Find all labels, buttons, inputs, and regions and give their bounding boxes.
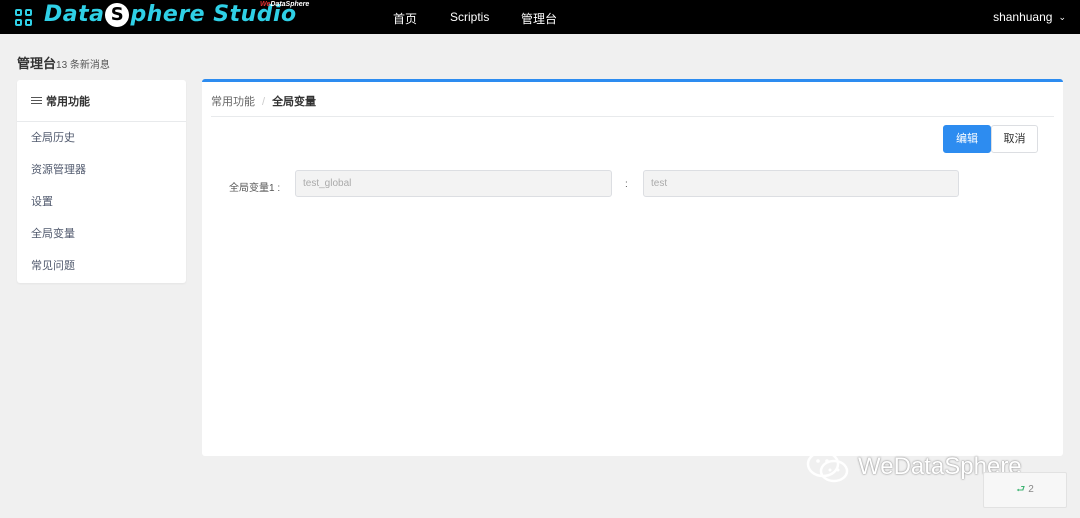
nav-scriptis[interactable]: Scriptis (450, 10, 489, 24)
sidebar: 常用功能 全局历史 资源管理器 设置 全局变量 常见问题 (17, 80, 186, 283)
sidebar-item-global-history[interactable]: 全局历史 (17, 122, 186, 154)
breadcrumb-item-common[interactable]: 常用功能 (211, 96, 255, 108)
edit-button[interactable]: 编辑 (943, 125, 991, 153)
message-count[interactable]: 13 条新消息 (56, 60, 110, 71)
variable-label: 全局变量1 : (229, 183, 281, 194)
sidebar-item-settings[interactable]: 设置 (17, 186, 186, 218)
sidebar-item-resource-manager[interactable]: 资源管理器 (17, 154, 186, 186)
app-grid-icon[interactable] (15, 9, 33, 27)
nav-home[interactable]: 首页 (393, 10, 417, 27)
top-nav-bar: Data Sphere Studio WeDataSphere 首页 Script… (0, 0, 1080, 34)
logo-badge: WeDataSphere (260, 1, 310, 8)
sidebar-item-faq[interactable]: 常见问题 (17, 250, 186, 282)
breadcrumb-item-current: 全局变量 (272, 96, 317, 108)
username: shanhuang (993, 10, 1053, 24)
return-arrow-icon: ⮐ (1016, 484, 1026, 495)
user-menu[interactable]: shanhuang ⌄ (993, 10, 1066, 24)
wechat-icon (806, 450, 849, 483)
sidebar-heading: 常用功能 (17, 80, 186, 122)
key-value-separator: : (625, 179, 628, 190)
variable-key-input[interactable]: test_global (295, 170, 612, 197)
cancel-button[interactable]: 取消 (991, 125, 1038, 153)
chevron-down-icon: ⌄ (1058, 12, 1066, 22)
main-panel: 常用功能 / 全局变量 编辑 取消 全局变量1 : test_global : te… (202, 79, 1063, 456)
nav-console[interactable]: 管理台 (521, 10, 557, 27)
sidebar-item-global-variables[interactable]: 全局变量 (17, 218, 186, 250)
variable-value-input[interactable]: test (643, 170, 959, 197)
divider (211, 116, 1054, 117)
page-title: 管理台13 条新消息 (17, 56, 110, 71)
app-logo[interactable]: Data Sphere Studio (44, 2, 297, 27)
breadcrumb-separator: / (262, 96, 266, 108)
breadcrumb: 常用功能 / 全局变量 (211, 93, 316, 109)
page-badge[interactable]: ⮐ 2 (983, 472, 1067, 508)
menu-list-icon (31, 96, 42, 105)
